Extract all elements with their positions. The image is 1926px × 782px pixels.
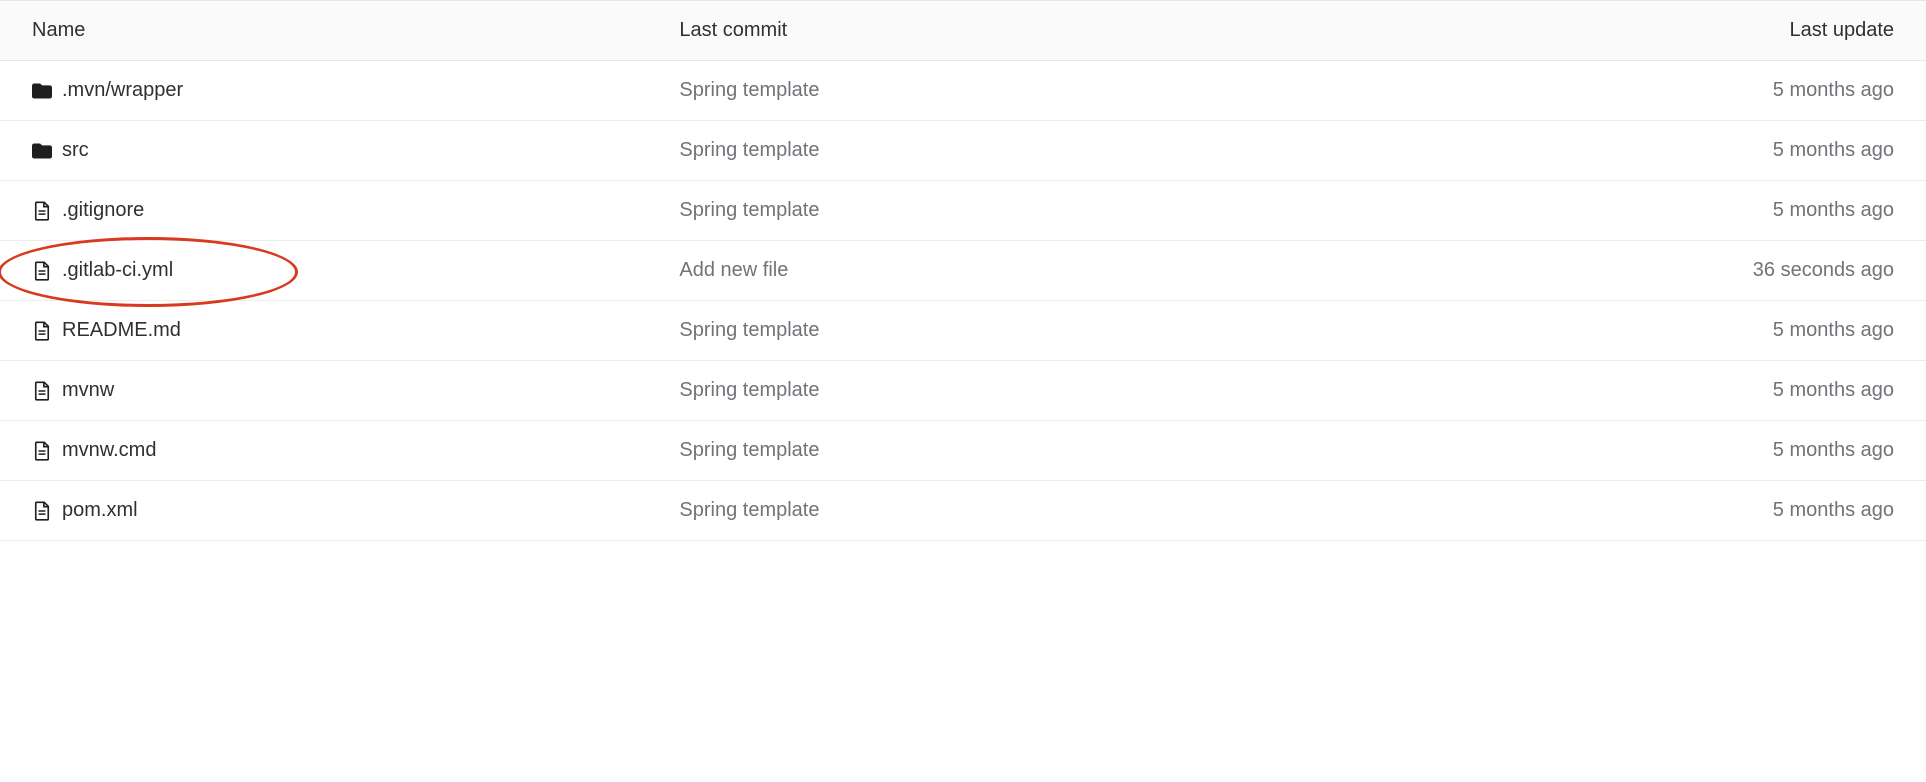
header-last-update: Last update [1259,1,1926,61]
name-cell: .mvn/wrapper [0,61,647,121]
file-icon [32,261,52,281]
name-cell: .gitignore [0,181,647,241]
table-row: .gitlab-ci.yml Add new file 36 seconds ago [0,241,1926,301]
commit-link[interactable]: Spring template [679,439,819,461]
name-cell: mvnw.cmd [0,421,647,481]
last-update-text: 5 months ago [1773,499,1894,521]
last-update-cell: 5 months ago [1259,121,1926,181]
file-list-table: Name Last commit Last update .mvn/wrappe… [0,0,1926,541]
file-icon [32,381,52,401]
folder-link[interactable]: src [62,139,89,162]
table-row: README.md Spring template 5 months ago [0,301,1926,361]
file-icon [32,501,52,521]
last-update-cell: 36 seconds ago [1259,241,1926,301]
last-update-cell: 5 months ago [1259,181,1926,241]
file-icon [32,201,52,221]
last-update-text: 5 months ago [1773,79,1894,101]
file-icon [32,321,52,341]
file-link[interactable]: .gitlab-ci.yml [62,259,173,282]
table-row: .mvn/wrapper Spring template 5 months ago [0,61,1926,121]
file-link[interactable]: .gitignore [62,199,144,222]
name-cell: .gitlab-ci.yml [0,241,647,301]
header-name: Name [0,1,647,61]
file-link[interactable]: pom.xml [62,499,138,522]
commit-link[interactable]: Spring template [679,79,819,101]
commit-cell: Spring template [647,181,1258,241]
commit-cell: Add new file [647,241,1258,301]
last-update-cell: 5 months ago [1259,421,1926,481]
last-update-cell: 5 months ago [1259,61,1926,121]
file-link[interactable]: README.md [62,319,181,342]
last-update-cell: 5 months ago [1259,361,1926,421]
table-row: src Spring template 5 months ago [0,121,1926,181]
table-row: mvnw.cmd Spring template 5 months ago [0,421,1926,481]
last-update-cell: 5 months ago [1259,301,1926,361]
commit-cell: Spring template [647,61,1258,121]
file-link[interactable]: mvnw.cmd [62,439,156,462]
file-link[interactable]: mvnw [62,379,114,402]
header-last-commit: Last commit [647,1,1258,61]
commit-cell: Spring template [647,121,1258,181]
commit-link[interactable]: Spring template [679,319,819,341]
last-update-text: 5 months ago [1773,319,1894,341]
last-update-text: 5 months ago [1773,439,1894,461]
commit-link[interactable]: Add new file [679,259,788,281]
table-row: pom.xml Spring template 5 months ago [0,481,1926,541]
name-cell: pom.xml [0,481,647,541]
table-row: .gitignore Spring template 5 months ago [0,181,1926,241]
commit-link[interactable]: Spring template [679,139,819,161]
file-table-header-row: Name Last commit Last update [0,1,1926,61]
name-cell: mvnw [0,361,647,421]
commit-cell: Spring template [647,301,1258,361]
folder-icon [32,81,52,101]
file-icon [32,441,52,461]
commit-cell: Spring template [647,481,1258,541]
last-update-text: 5 months ago [1773,379,1894,401]
folder-icon [32,141,52,161]
last-update-text: 5 months ago [1773,199,1894,221]
last-update-cell: 5 months ago [1259,481,1926,541]
commit-cell: Spring template [647,361,1258,421]
name-cell: src [0,121,647,181]
last-update-text: 36 seconds ago [1753,259,1894,281]
commit-cell: Spring template [647,421,1258,481]
commit-link[interactable]: Spring template [679,379,819,401]
table-row: mvnw Spring template 5 months ago [0,361,1926,421]
last-update-text: 5 months ago [1773,139,1894,161]
commit-link[interactable]: Spring template [679,499,819,521]
folder-link[interactable]: .mvn/wrapper [62,79,183,102]
name-cell: README.md [0,301,647,361]
commit-link[interactable]: Spring template [679,199,819,221]
